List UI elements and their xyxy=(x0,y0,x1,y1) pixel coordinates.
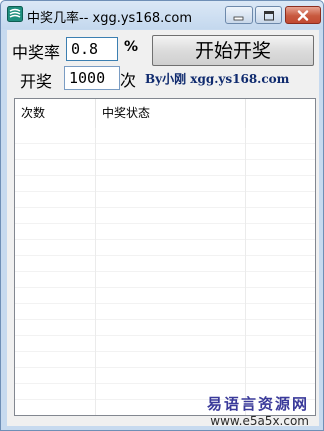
rate-label: 中奖率 xyxy=(12,43,61,62)
window-title: 中奖几率-- xgg.ys168.com xyxy=(27,11,193,26)
app-icon[interactable] xyxy=(7,6,23,22)
watermark-text: 易语言资源网 xyxy=(206,395,309,413)
close-icon xyxy=(297,6,309,25)
column-header-count[interactable]: 次数 xyxy=(15,99,96,128)
maximize-button[interactable] xyxy=(255,6,282,24)
title-bar[interactable]: 中奖几率-- xgg.ys168.com xyxy=(1,1,323,29)
results-list[interactable]: 次数 中奖状态 xyxy=(14,98,316,416)
maximize-icon xyxy=(263,6,275,25)
list-header: 次数 中奖状态 xyxy=(15,99,315,129)
column-header-status[interactable]: 中奖状态 xyxy=(96,99,246,128)
author-credit: By小刚 xgg.ys168.com xyxy=(145,72,290,86)
count-unit-label: 次 xyxy=(120,71,137,90)
start-draw-button[interactable]: 开始开奖 xyxy=(152,35,314,66)
rate-unit-label: % xyxy=(124,39,139,55)
column-divider xyxy=(245,128,246,415)
client-area: 中奖率 % 开始开奖 开奖 次 By小刚 xgg.ys168.com 次数 中奖… xyxy=(7,30,319,426)
column-divider xyxy=(95,128,96,415)
close-button[interactable] xyxy=(285,6,321,24)
main-window: 中奖几率-- xgg.ys168.com 中奖率 % 开始开奖 开奖 次 By小… xyxy=(0,0,324,431)
watermark-url: www.e5a5x.com xyxy=(210,414,309,428)
minimize-icon xyxy=(233,6,245,25)
list-body[interactable] xyxy=(15,128,315,415)
count-label: 开奖 xyxy=(20,72,53,91)
rate-input[interactable] xyxy=(66,37,118,61)
count-input[interactable] xyxy=(64,66,120,90)
minimize-button[interactable] xyxy=(225,6,253,24)
